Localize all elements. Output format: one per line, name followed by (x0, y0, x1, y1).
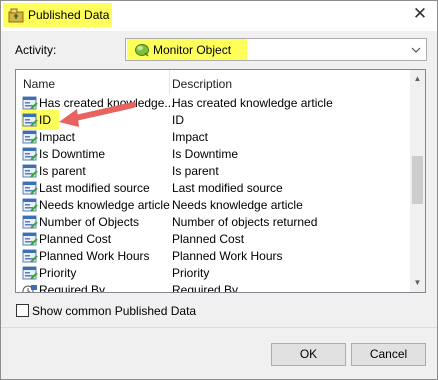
list-item-name: Priority (39, 266, 77, 280)
list-item-description: Planned Cost (172, 232, 245, 246)
list-item-description: ID (172, 113, 184, 127)
list-item-name: Last modified source (39, 181, 150, 195)
list-item-description: Impact (172, 130, 209, 144)
list-item-name: Planned Work Hours (39, 249, 150, 263)
list-item[interactable]: Priority Priority (16, 265, 410, 282)
column-divider[interactable] (169, 70, 170, 95)
list-item[interactable]: Number of Objects Number of objects retur… (16, 214, 410, 231)
list-item-name: Planned Cost (39, 232, 112, 246)
footer-separator (1, 327, 437, 328)
data-field-icon (22, 249, 38, 264)
list-item[interactable]: Impact Impact (16, 129, 410, 146)
list-item-description: Is Downtime (172, 147, 239, 161)
published-data-icon (8, 7, 24, 23)
list-item[interactable]: Required By Required By (16, 282, 410, 293)
list-header: Name Description (16, 70, 410, 95)
dialog-title: Published Data (28, 8, 110, 22)
activity-dropdown[interactable]: Monitor Object (125, 38, 427, 61)
date-field-icon (22, 283, 38, 292)
activity-label: Activity: (15, 43, 57, 57)
data-field-icon (22, 198, 38, 213)
data-field-icon (22, 232, 38, 247)
data-field-icon (22, 96, 38, 111)
list-item-description: Needs knowledge article (172, 198, 303, 212)
data-field-icon (22, 181, 38, 196)
list-item[interactable]: Planned Cost Planned Cost (16, 231, 410, 248)
list-item[interactable]: Planned Work Hours Planned Work Hours (16, 248, 410, 265)
published-data-list[interactable]: Name Description Has created knowledge..… (15, 69, 426, 293)
column-header-description[interactable]: Description (172, 77, 232, 91)
list-item-name: Number of Objects (39, 215, 140, 229)
list-item[interactable]: Is parent Is parent (16, 163, 410, 180)
list-item[interactable]: Is Downtime Is Downtime (16, 146, 410, 163)
column-header-name[interactable]: Name (23, 77, 55, 91)
data-field-icon (22, 164, 38, 179)
list-item-name: Impact (39, 130, 76, 144)
list-item-description: Last modified source (172, 181, 283, 195)
list-item-name: ID (39, 113, 51, 127)
data-field-icon (22, 147, 38, 162)
show-common-checkbox[interactable] (16, 304, 29, 317)
ok-button[interactable]: OK (271, 343, 346, 366)
scroll-up-icon[interactable]: ▲ (410, 70, 425, 87)
list-item-name: Has created knowledge... (39, 96, 175, 110)
scrollbar-thumb[interactable] (412, 156, 423, 204)
cancel-button[interactable]: Cancel (351, 343, 426, 366)
chevron-down-icon[interactable] (410, 44, 422, 56)
list-item[interactable]: Needs knowledge article Needs knowledge a… (16, 197, 410, 214)
list-item-description: Planned Work Hours (172, 249, 283, 263)
data-field-icon (22, 113, 38, 128)
list-item-description: Has created knowledge article (172, 96, 333, 110)
data-field-icon (22, 266, 38, 281)
list-item-description: Priority (172, 266, 210, 280)
scroll-down-icon[interactable]: ▼ (410, 274, 425, 291)
list-item-description: Required By (172, 283, 239, 293)
activity-value: Monitor Object (153, 43, 232, 57)
list-item-name: Required By (39, 283, 106, 293)
list-item-name: Is Downtime (39, 147, 106, 161)
list-item-name: Is parent (39, 164, 86, 178)
data-field-icon (22, 215, 38, 230)
list-item-description: Is parent (172, 164, 219, 178)
monitor-object-icon (134, 42, 150, 57)
data-field-icon (22, 130, 38, 145)
title-bar: Published Data ✕ (1, 1, 437, 31)
list-item[interactable]: Last modified source Last modified source (16, 180, 410, 197)
vertical-scrollbar[interactable]: ▲ ▼ (410, 70, 425, 292)
published-data-dialog: Published Data ✕ Activity: Monitor Objec… (0, 0, 438, 380)
list-item[interactable]: ID ID (16, 110, 410, 130)
show-common-label[interactable]: Show common Published Data (32, 304, 196, 318)
list-item-description: Number of objects returned (172, 215, 318, 229)
list-item-name: Needs knowledge article (39, 198, 170, 212)
list-rows: Has created knowledge... Has created know… (16, 95, 410, 293)
close-button[interactable]: ✕ (405, 3, 435, 27)
list-item[interactable]: Has created knowledge... Has created know… (16, 95, 410, 112)
